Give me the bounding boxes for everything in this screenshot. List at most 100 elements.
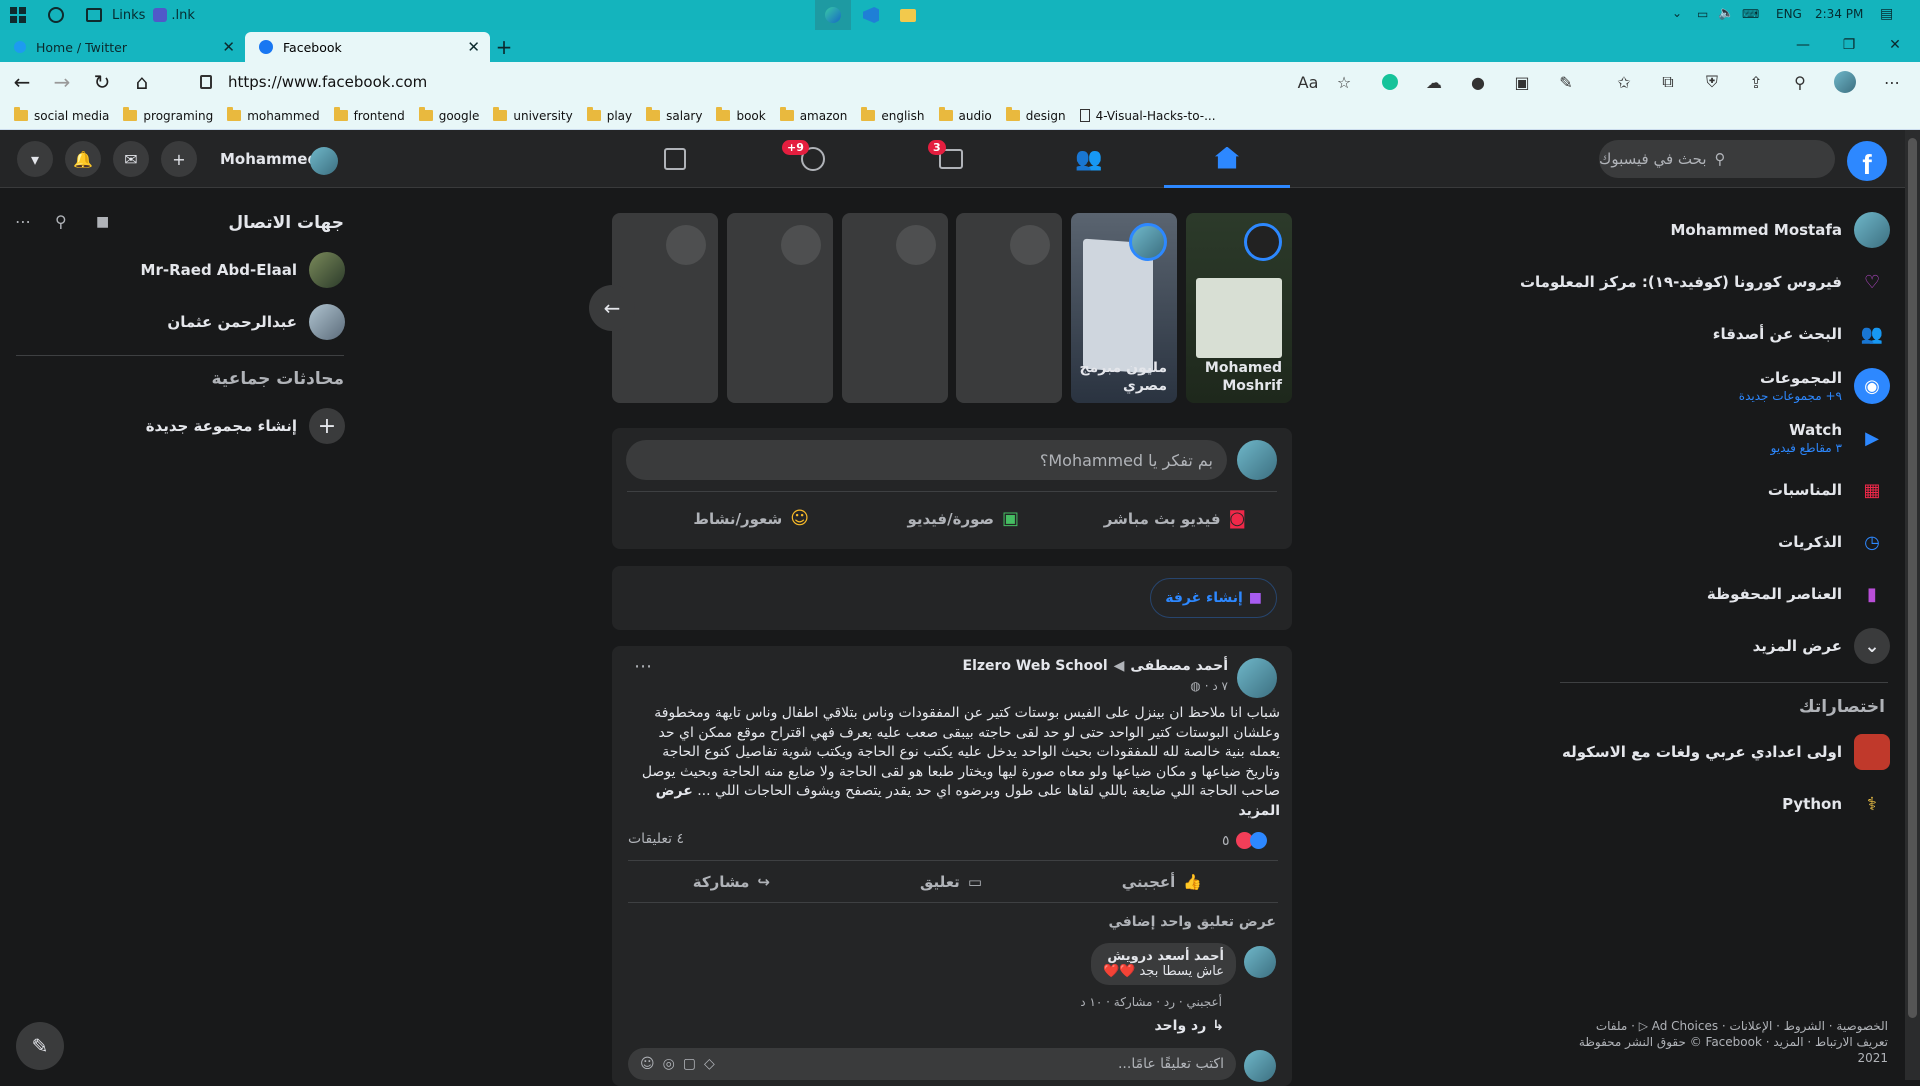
bookmark-english[interactable]: english [861,107,925,123]
task-view-icon[interactable] [86,8,102,22]
clock[interactable]: 2:34 PM [1815,7,1863,21]
collections-icon[interactable]: ⧉ [1658,72,1678,92]
view-replies[interactable]: ↳ رد واحد [1154,1018,1224,1034]
bookmark-play[interactable]: play [586,107,632,123]
gaming-tab-icon[interactable] [612,130,738,188]
comment-button[interactable]: ▭ تعليق [920,873,982,891]
watch-tab-icon[interactable]: 3 [888,130,1014,188]
file-explorer-icon[interactable] [890,0,926,30]
bookmark-university[interactable]: university [493,107,573,123]
post-author[interactable]: أحمد مصطفى [1130,658,1228,674]
shield-icon[interactable]: ⛨ [1702,72,1722,92]
links-toolbar-label[interactable]: Links [112,8,145,23]
page-scrollbar[interactable] [1905,130,1920,1080]
bookmark-programing[interactable]: programing [123,107,213,123]
post-time[interactable]: ٧ د · [1205,679,1228,693]
home-icon[interactable]: ⌂ [124,64,160,100]
contacts-options-icon[interactable]: ⋯ [15,212,31,231]
bookmark-visual-hacks[interactable]: 4-Visual-Hacks-to-... [1079,109,1216,123]
post-author-avatar[interactable] [1237,658,1277,698]
facebook-logo-icon[interactable]: f [1847,141,1887,181]
forward-icon[interactable]: → [44,64,80,100]
favorite-star-icon[interactable]: ☆ [1334,72,1354,92]
profile-name[interactable]: Mohammed [220,150,318,168]
tab-twitter[interactable]: Home / Twitter ✕ [0,32,245,62]
extension-search-icon[interactable]: ● [1468,72,1488,92]
live-video-button[interactable]: ◙ فيديو بث مباشر [1104,508,1246,529]
lnk-label[interactable]: .lnk [171,8,195,23]
grammarly-icon[interactable] [1380,72,1400,92]
friends-tab-icon[interactable]: 👥 [1026,130,1152,188]
feeling-button[interactable]: ☺ شعور/نشاط [693,508,809,529]
comment-actions[interactable]: أعجبني · رد · مشاركة · ١٠ د [1080,995,1222,1009]
sidebar-item-saved[interactable]: ▮ العناصر المحفوظة [1707,576,1890,612]
story-card[interactable]: Mohamed Moshrif [1186,213,1292,403]
account-menu-icon[interactable]: ▾ [17,141,53,177]
windows-start-icon[interactable] [10,7,26,23]
extension-screen-icon[interactable]: ▣ [1512,72,1532,92]
new-message-icon[interactable]: ✎ [16,1022,64,1070]
url-text[interactable]: https://www.facebook.com [228,73,427,91]
sidebar-item-groups[interactable]: ◉ المجموعات ٩+ مجموعات جديدة [1739,368,1890,404]
extension-pen-icon[interactable]: ✎ [1556,72,1576,92]
contacts-search-icon[interactable]: ⚲ [55,212,67,231]
profile-avatar[interactable] [1834,71,1856,93]
vscode-app-icon[interactable] [853,0,889,30]
photo-video-button[interactable]: ▣ صورة/فيديو [907,508,1019,529]
sidebar-item-find-friends[interactable]: 👥 البحث عن أصدقاء [1713,316,1890,352]
new-tab-button[interactable]: + [490,32,518,62]
close-tab-icon[interactable]: ✕ [467,38,480,56]
sidebar-item-covid[interactable]: ♡ فيروس كورونا (كوفيد-١٩): مركز المعلومات [1520,264,1890,300]
home-tab-icon[interactable] [1164,130,1290,188]
keyboard-icon[interactable]: ⌨ [1742,7,1759,21]
restore-icon[interactable]: ❐ [1826,30,1872,60]
bookmark-amazon[interactable]: amazon [779,107,847,123]
bookmark-salary[interactable]: salary [646,107,702,123]
extension-icon[interactable]: ☁ [1424,72,1444,92]
create-room-button[interactable]: ■ إنشاء غرفة [1150,578,1277,618]
shortcut-item[interactable]: ⚕ Python [1782,786,1890,822]
comment-author[interactable]: أحمد أسعد درويش [1103,949,1224,964]
comment-tools-icons[interactable]: ☺◎▢◇ [640,1056,723,1072]
share-button[interactable]: ↪ مشاركة [693,873,770,891]
cortana-icon[interactable] [48,7,64,23]
reactions-summary[interactable]: ٥ [1222,832,1267,849]
edge-app-icon[interactable] [815,0,851,30]
stories-arrow-icon[interactable]: ← [589,285,635,331]
more-menu-icon[interactable]: ⋯ [1882,72,1902,92]
sidebar-item-watch[interactable]: ▶ Watch ٣ مقاطع فيديو [1771,420,1890,456]
bookmark-audio[interactable]: audio [938,107,992,123]
bookmark-frontend[interactable]: frontend [333,107,405,123]
close-tab-icon[interactable]: ✕ [222,38,235,56]
new-room-video-icon[interactable]: ■ [96,214,109,230]
bookmark-social-media[interactable]: social media [14,107,109,123]
back-icon[interactable]: ← [4,64,40,100]
sidebar-see-more[interactable]: ⌄ عرض المزيد [1753,628,1890,664]
bookmark-google[interactable]: google [418,107,479,123]
read-aloud-icon[interactable]: Aa [1298,72,1319,92]
notifications-bell-icon[interactable]: 🔔 [65,141,101,177]
groups-tab-icon[interactable]: +9 [750,130,876,188]
write-comment-input[interactable]: اكتب تعليقًا عامًا... ☺◎▢◇ [628,1048,1236,1080]
bookmark-book[interactable]: book [716,107,766,123]
post-group[interactable]: Elzero Web School [963,658,1108,674]
share-icon[interactable]: ⇪ [1746,72,1766,92]
footer-links[interactable]: الخصوصية · الشروط · الإعلانات · Ad Choic… [1548,1018,1888,1066]
notifications-icon[interactable]: ▤ [1880,6,1893,22]
minimize-icon[interactable]: — [1780,30,1826,60]
contact-item[interactable]: عبدالرحمن عثمان [167,304,345,340]
bookmark-mohammed[interactable]: mohammed [227,107,320,123]
tab-facebook[interactable]: Facebook ✕ [245,32,490,62]
close-window-icon[interactable]: ✕ [1872,30,1918,60]
commenter-avatar[interactable] [1244,946,1276,978]
bookmark-design[interactable]: design [1005,107,1066,123]
sidebar-item-memories[interactable]: ◷ الذكريات [1778,524,1890,560]
volume-icon[interactable]: 🔈 [1718,6,1734,21]
network-icon[interactable]: ▭ [1697,7,1708,21]
scrollbar-thumb[interactable] [1908,138,1917,1018]
sidebar-item-profile[interactable]: Mohammed Mostafa [1670,212,1890,248]
shortcut-item[interactable]: اولى اعدادي عربي ولغات مع الاسكوله [1562,734,1890,770]
search-input[interactable]: ⚲ بحث في فيسبوك [1599,140,1835,178]
story-card[interactable]: مليون مبرمج مصري [1071,213,1177,403]
view-more-comments[interactable]: عرض تعليق واحد إضافي [1108,914,1276,930]
